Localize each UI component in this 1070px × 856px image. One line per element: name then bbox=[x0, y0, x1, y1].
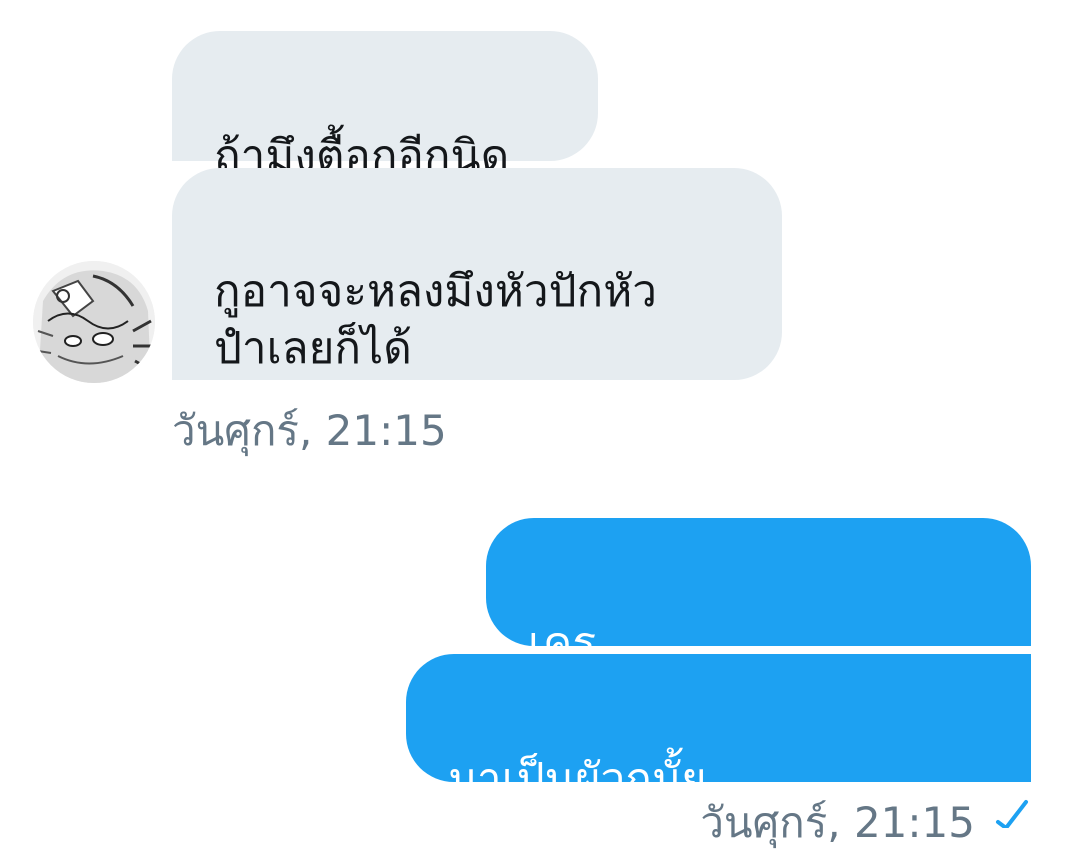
check-icon bbox=[996, 800, 1028, 828]
message-timestamp: วันศุกร์, 21:15 bbox=[700, 798, 975, 847]
message-timestamp: วันศุกร์, 21:15 bbox=[172, 406, 447, 455]
outgoing-message-bubble[interactable]: มาเป็นผัวกุมั้ย bbox=[406, 654, 1031, 805]
outgoing-message-bubble[interactable]: เคร bbox=[486, 518, 1031, 669]
incoming-message-bubble[interactable]: กูอาจจะหลงมึงหัวปักหัว ปำเลยก็ได้ bbox=[172, 168, 782, 380]
avatar[interactable] bbox=[33, 261, 155, 383]
message-text: กูอาจจะหลงมึงหัวปักหัว ปำเลยก็ได้ bbox=[214, 266, 657, 375]
message-text: มาเป็นผัวกุมั้ย bbox=[448, 754, 707, 806]
avatar-image bbox=[33, 261, 155, 383]
incoming-message-bubble[interactable]: ถ้ามึงตื้อกูอีกนิด bbox=[172, 31, 598, 182]
